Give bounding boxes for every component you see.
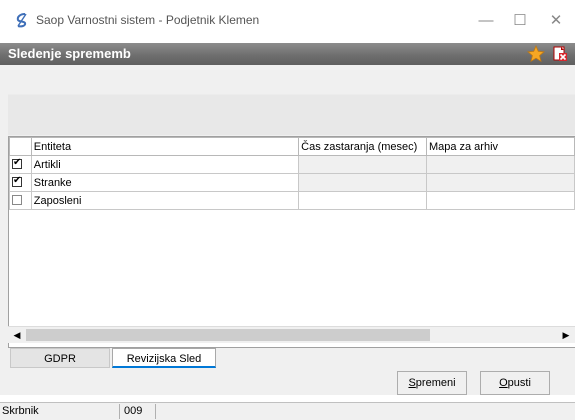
window-title: Saop Varnostni sistem - Podjetnik Klemen bbox=[36, 13, 260, 27]
entity-cell[interactable]: Artikli bbox=[30, 155, 300, 174]
row-checkbox-cell[interactable] bbox=[9, 155, 32, 174]
months-cell[interactable] bbox=[298, 155, 427, 174]
entity-table: Entiteta Čas zastaranja (mesec) Mapa za … bbox=[9, 137, 575, 210]
scroll-left-icon[interactable]: ◀ bbox=[9, 327, 25, 343]
status-user: Skrbnik bbox=[0, 404, 120, 419]
cancel-button-label: pusti bbox=[507, 377, 531, 389]
cancel-button[interactable]: Opusti bbox=[480, 371, 550, 395]
horizontal-scrollbar[interactable]: ◀ ▶ bbox=[8, 326, 575, 343]
row-checkbox[interactable] bbox=[12, 157, 22, 169]
entity-grid[interactable]: Entiteta Čas zastaranja (mesec) Mapa za … bbox=[8, 136, 575, 348]
window-close-button[interactable]: ✕ bbox=[542, 9, 570, 33]
close-document-icon[interactable] bbox=[552, 46, 568, 62]
tab-gdpr[interactable]: GDPR bbox=[10, 348, 110, 368]
star-icon[interactable] bbox=[527, 45, 545, 63]
save-button-label: premeni bbox=[415, 377, 456, 389]
maximize-button[interactable]: ☐ bbox=[506, 9, 534, 33]
column-header-entity[interactable]: Entiteta bbox=[30, 137, 300, 156]
app-logo-icon bbox=[16, 13, 27, 28]
grid-header-row: Entiteta Čas zastaranja (mesec) Mapa za … bbox=[9, 137, 575, 156]
form-title: Sledenje sprememb bbox=[8, 46, 131, 61]
row-checkbox-cell[interactable] bbox=[9, 191, 32, 210]
scrollbar-thumb[interactable] bbox=[26, 329, 430, 341]
minimize-button[interactable]: — bbox=[472, 9, 500, 33]
toolbar-area bbox=[8, 94, 575, 135]
archive-cell[interactable] bbox=[425, 191, 575, 210]
column-header-months[interactable]: Čas zastaranja (mesec) bbox=[298, 137, 427, 156]
row-checkbox-cell[interactable] bbox=[9, 173, 32, 192]
entity-cell[interactable]: Stranke bbox=[30, 173, 300, 192]
table-row[interactable]: Artikli bbox=[9, 155, 575, 174]
status-bar: Skrbnik 009 bbox=[0, 402, 575, 420]
status-message bbox=[158, 404, 575, 419]
entity-cell[interactable]: Zaposleni bbox=[30, 191, 300, 210]
table-row[interactable]: Zaposleni bbox=[9, 191, 575, 210]
save-button-hotkey: S bbox=[408, 377, 416, 389]
save-button[interactable]: Spremeni bbox=[397, 371, 467, 395]
archive-cell[interactable] bbox=[425, 155, 575, 174]
table-row[interactable]: Stranke bbox=[9, 173, 575, 192]
window-titlebar: Saop Varnostni sistem - Podjetnik Klemen… bbox=[0, 0, 575, 42]
column-header-check[interactable] bbox=[9, 137, 32, 156]
row-checkbox[interactable] bbox=[12, 195, 22, 205]
cancel-button-hotkey: O bbox=[499, 377, 508, 389]
row-checkbox[interactable] bbox=[12, 175, 22, 187]
form-header: Sledenje sprememb bbox=[0, 43, 575, 65]
scroll-right-icon[interactable]: ▶ bbox=[558, 327, 574, 343]
months-cell[interactable] bbox=[298, 173, 427, 192]
column-header-archive[interactable]: Mapa za arhiv bbox=[425, 137, 575, 156]
months-cell[interactable] bbox=[298, 191, 427, 210]
tab-revizijska-sled[interactable]: Revizijska Sled bbox=[112, 348, 216, 368]
archive-cell[interactable] bbox=[425, 173, 575, 192]
status-code: 009 bbox=[122, 404, 156, 419]
